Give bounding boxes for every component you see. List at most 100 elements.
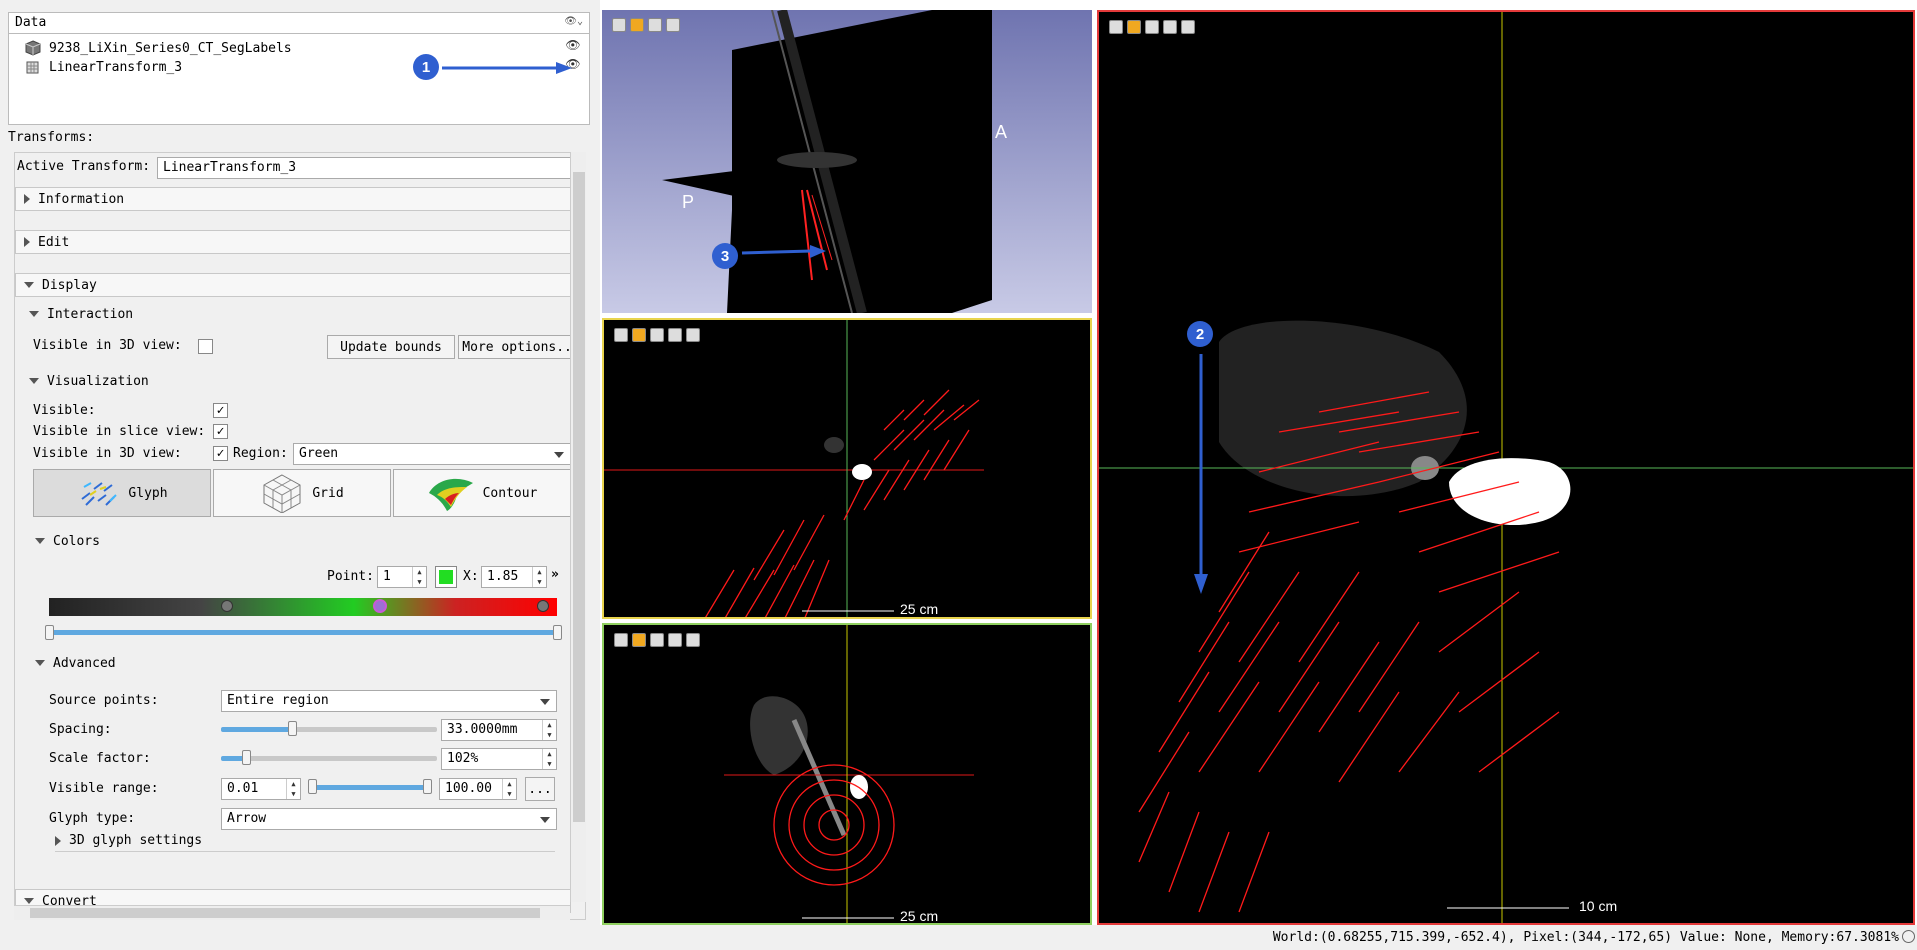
- link-icon[interactable]: [668, 633, 682, 647]
- visible-3d-label: Visible in 3D view:: [33, 446, 182, 461]
- color-gradient-bar[interactable]: [49, 598, 557, 616]
- spacing-spinbox[interactable]: 33.0000mm ▲ ▼: [441, 719, 557, 741]
- range-options-button[interactable]: ...: [525, 777, 555, 801]
- slider-handle[interactable]: [242, 750, 251, 765]
- scale-bar-label: 25 cm: [900, 601, 939, 617]
- point-value: 1: [383, 569, 391, 584]
- spacing-slider-fill[interactable]: [221, 727, 293, 732]
- subsection-interaction[interactable]: Interaction: [29, 303, 133, 325]
- visible-label: Visible:: [33, 403, 96, 418]
- pin-icon[interactable]: [630, 18, 644, 32]
- layout-icon[interactable]: [1109, 20, 1123, 34]
- interaction-visible-3d-checkbox[interactable]: [198, 339, 213, 354]
- screenshot-icon[interactable]: [686, 633, 700, 647]
- color-stop-handle[interactable]: [221, 600, 233, 612]
- section-display-label: Display: [42, 277, 97, 293]
- color-swatch-button[interactable]: [435, 566, 457, 588]
- glyph-mode-button[interactable]: Glyph: [33, 469, 211, 517]
- view-controls: [1109, 20, 1195, 34]
- source-points-combobox[interactable]: Entire region: [221, 690, 557, 712]
- link-icon[interactable]: [1163, 20, 1177, 34]
- spin-arrows-icon[interactable]: ▲ ▼: [502, 779, 516, 799]
- screenshot-icon[interactable]: [666, 18, 680, 32]
- more-options-button[interactable]: More options...: [458, 335, 584, 359]
- layout-icon[interactable]: [614, 633, 628, 647]
- slider-handle[interactable]: [288, 721, 297, 736]
- eye-icon[interactable]: 👁︎: [565, 39, 581, 51]
- slider-handle[interactable]: [45, 625, 54, 640]
- data-tree-title: Data: [15, 15, 47, 30]
- section-display[interactable]: Display: [15, 273, 571, 297]
- contour-label: Contour: [482, 485, 538, 501]
- slider-handle[interactable]: [423, 779, 432, 794]
- point-spinbox[interactable]: 1 ▲ ▼: [377, 566, 427, 588]
- x-value: 1.85: [487, 569, 519, 584]
- glyph-type-combobox[interactable]: Arrow: [221, 808, 557, 830]
- status-indicator-icon[interactable]: [1902, 930, 1915, 943]
- more-colors-button[interactable]: »: [551, 567, 559, 582]
- layout-icon[interactable]: [614, 328, 628, 342]
- slice-image: [1099, 12, 1913, 923]
- slider-handle[interactable]: [308, 779, 317, 794]
- scale-bar-label: 25 cm: [900, 908, 939, 924]
- scale-slider-track[interactable]: [247, 756, 437, 761]
- screenshot-icon[interactable]: [1181, 20, 1195, 34]
- contour-mode-button[interactable]: Contour: [393, 469, 571, 517]
- yellow-slice-view[interactable]: 25 cm: [602, 318, 1092, 619]
- active-transform-selector[interactable]: LinearTransform_3: [157, 157, 571, 179]
- layout-icon[interactable]: [612, 18, 626, 32]
- center-icon[interactable]: [650, 328, 664, 342]
- color-stop-handle-selected[interactable]: [373, 599, 387, 613]
- region-combobox[interactable]: Green: [293, 443, 571, 465]
- center-icon[interactable]: [648, 18, 662, 32]
- spin-arrows-icon[interactable]: ▲ ▼: [542, 749, 556, 769]
- scale-factor-spinbox[interactable]: 102% ▲ ▼: [441, 748, 557, 770]
- subsection-visualization[interactable]: Visualization: [29, 370, 149, 392]
- red-slice-view[interactable]: 10 cm 2: [1097, 10, 1915, 925]
- spin-arrows-icon[interactable]: ▲ ▼: [286, 779, 300, 799]
- range-slider[interactable]: [313, 785, 427, 790]
- spin-arrows-icon[interactable]: ▲ ▼: [412, 567, 426, 587]
- range-max-spinbox[interactable]: 100.00 ▲ ▼: [439, 778, 517, 800]
- interaction-title: Interaction: [47, 306, 134, 322]
- callout-arrow: [741, 245, 826, 258]
- spin-arrows-icon[interactable]: ▲ ▼: [532, 567, 546, 587]
- scroll-thumb[interactable]: [30, 908, 540, 918]
- section-information[interactable]: Information: [15, 187, 571, 211]
- x-spinbox[interactable]: 1.85 ▲ ▼: [481, 566, 547, 588]
- slider-handle[interactable]: [553, 625, 562, 640]
- center-icon[interactable]: [1145, 20, 1159, 34]
- grid-mode-button[interactable]: Grid: [213, 469, 391, 517]
- pin-icon[interactable]: [632, 328, 646, 342]
- update-bounds-button[interactable]: Update bounds: [327, 335, 455, 359]
- visible-slice-checkbox[interactable]: ✓: [213, 424, 228, 439]
- visible-checkbox[interactable]: ✓: [213, 403, 228, 418]
- spacing-label: Spacing:: [49, 722, 112, 737]
- vertical-scrollbar[interactable]: [570, 152, 586, 902]
- pin-icon[interactable]: [632, 633, 646, 647]
- center-icon[interactable]: [650, 633, 664, 647]
- spin-arrows-icon[interactable]: ▲ ▼: [542, 720, 556, 740]
- link-icon[interactable]: [668, 328, 682, 342]
- pin-icon[interactable]: [1127, 20, 1141, 34]
- spacing-value: 33.0000mm: [447, 722, 518, 737]
- screenshot-icon[interactable]: [686, 328, 700, 342]
- range-min-spinbox[interactable]: 0.01 ▲ ▼: [221, 778, 301, 800]
- glyph-type-label: Glyph type:: [49, 811, 136, 826]
- visible-3d-checkbox[interactable]: ✓: [213, 446, 228, 461]
- scroll-thumb[interactable]: [573, 172, 585, 822]
- horizontal-scrollbar[interactable]: [14, 905, 570, 920]
- scale-bar-label: 10 cm: [1579, 898, 1618, 914]
- data-node-segmentation[interactable]: 9238_LiXin_Series0_CT_SegLabels: [25, 38, 575, 58]
- color-range-slider[interactable]: [49, 630, 557, 635]
- 3d-view[interactable]: P A 3: [602, 10, 1092, 313]
- color-stop-handle[interactable]: [537, 600, 549, 612]
- subsection-advanced[interactable]: Advanced: [35, 652, 116, 674]
- green-slice-view[interactable]: 25 cm: [602, 623, 1092, 925]
- spacing-slider-track[interactable]: [293, 727, 437, 732]
- subsection-colors[interactable]: Colors: [35, 530, 100, 552]
- section-edit[interactable]: Edit: [15, 230, 571, 254]
- subsection-3d-glyph-settings[interactable]: 3D glyph settings: [55, 830, 555, 852]
- data-tree[interactable]: 9238_LiXin_Series0_CT_SegLabels 👁︎ Linea…: [8, 34, 590, 125]
- header-visibility-icon[interactable]: 👁︎⌄: [564, 16, 583, 27]
